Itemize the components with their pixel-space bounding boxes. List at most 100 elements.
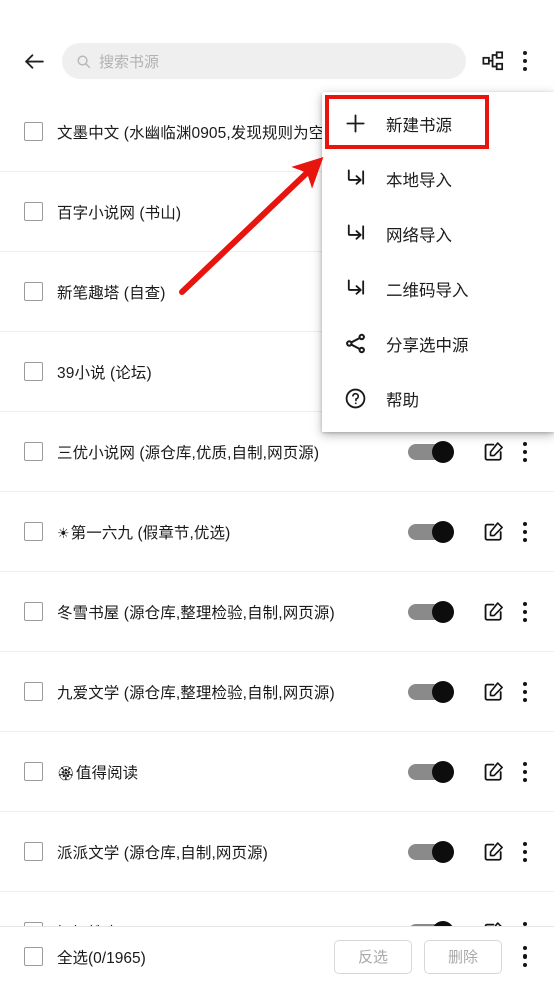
app-bar-overflow-button[interactable] <box>510 41 540 81</box>
import-icon <box>347 279 364 295</box>
menu-item-label: 新建书源 <box>386 116 452 135</box>
list-item[interactable]: ☀第一六九 (假章节,优选) <box>0 492 554 572</box>
row-controls <box>408 432 540 472</box>
enable-toggle[interactable] <box>408 760 454 783</box>
list-item[interactable]: 知知搜索 <box>0 892 554 926</box>
menu-item-label: 网络导入 <box>386 226 452 245</box>
row-checkbox[interactable] <box>24 842 43 861</box>
menu-item-1[interactable]: 本地导入 <box>322 151 554 206</box>
menu-item-2[interactable]: 网络导入 <box>322 206 554 261</box>
toggle-thumb <box>432 600 454 623</box>
edit-button[interactable] <box>476 592 510 632</box>
edit-icon <box>484 522 503 541</box>
menu-item-label: 分享选中源 <box>386 336 469 355</box>
list-item[interactable]: 九爱文学 (源仓库,整理检验,自制,网页源) <box>0 652 554 732</box>
row-overflow-button[interactable] <box>510 432 540 472</box>
screen: 搜索书源 文墨中文 (水幽临渊0905,发现规则为空) 百字小说网 (书山) 新笔趣… <box>0 0 554 986</box>
edit-icon <box>484 602 503 621</box>
hierarchy-icon <box>482 51 504 71</box>
edit-icon <box>484 762 503 781</box>
list-item-label: ☀第一六九 (假章节,优选) <box>57 521 408 543</box>
row-overflow-button[interactable] <box>510 672 540 712</box>
share-icon <box>345 333 365 354</box>
menu-item-icon <box>340 384 370 414</box>
list-item-emoji-icon: 🏵 <box>57 764 75 781</box>
enable-toggle[interactable] <box>408 600 454 623</box>
row-controls <box>408 832 540 872</box>
edit-icon <box>484 842 503 861</box>
row-overflow-button[interactable] <box>510 832 540 872</box>
plus-icon <box>345 114 365 133</box>
app-bar: 搜索书源 <box>0 30 554 92</box>
menu-item-4[interactable]: 分享选中源 <box>322 316 554 371</box>
row-controls <box>408 912 540 927</box>
row-overflow-button[interactable] <box>510 512 540 552</box>
bottom-overflow-button[interactable] <box>508 935 542 979</box>
edit-button[interactable] <box>476 432 510 472</box>
kebab-menu-icon <box>523 761 527 766</box>
list-item[interactable]: 🏵值得阅读 <box>0 732 554 812</box>
row-checkbox[interactable] <box>24 202 43 221</box>
list-item[interactable]: 派派文学 (源仓库,自制,网页源) <box>0 812 554 892</box>
kebab-menu-icon <box>523 601 527 606</box>
edit-button[interactable] <box>476 672 510 712</box>
menu-item-0[interactable]: 新建书源 <box>322 96 554 151</box>
search-input[interactable]: 搜索书源 <box>62 43 466 79</box>
menu-item-label: 帮助 <box>386 391 419 410</box>
enable-toggle[interactable] <box>408 840 454 863</box>
kebab-menu-icon <box>523 521 527 526</box>
arrow-left-icon <box>24 53 44 69</box>
menu-item-icon <box>340 219 370 249</box>
enable-toggle[interactable] <box>408 520 454 543</box>
list-item-emoji-icon: ☀ <box>57 524 70 541</box>
overflow-dropdown-menu[interactable]: 新建书源本地导入网络导入二维码导入分享选中源帮助 <box>322 92 554 432</box>
group-button[interactable] <box>476 41 510 81</box>
row-checkbox[interactable] <box>24 442 43 461</box>
menu-item-icon <box>340 164 370 194</box>
edit-button[interactable] <box>476 752 510 792</box>
row-checkbox[interactable] <box>24 762 43 781</box>
import-icon <box>347 169 364 185</box>
back-button[interactable] <box>14 41 54 81</box>
menu-item-label: 二维码导入 <box>386 281 469 300</box>
row-checkbox[interactable] <box>24 522 43 541</box>
edit-button[interactable] <box>476 912 510 926</box>
select-all-label: 全选(0/1965) <box>57 949 146 967</box>
edit-button[interactable] <box>476 512 510 552</box>
kebab-menu-icon <box>523 841 527 846</box>
search-icon <box>76 54 91 69</box>
enable-toggle[interactable] <box>408 440 454 463</box>
kebab-menu-icon <box>522 945 528 951</box>
row-checkbox[interactable] <box>24 122 43 141</box>
row-checkbox[interactable] <box>24 362 43 381</box>
edit-button[interactable] <box>476 832 510 872</box>
toggle-thumb <box>432 520 454 543</box>
row-overflow-button[interactable] <box>510 592 540 632</box>
menu-item-5[interactable]: 帮助 <box>322 371 554 426</box>
select-all-checkbox[interactable] <box>24 947 43 966</box>
row-overflow-button[interactable] <box>510 912 540 927</box>
status-bar <box>0 0 554 30</box>
row-controls <box>408 592 540 632</box>
menu-item-3[interactable]: 二维码导入 <box>322 261 554 316</box>
edit-icon <box>484 682 503 701</box>
list-item-text: 值得阅读 <box>75 764 139 782</box>
toggle-thumb <box>432 760 454 783</box>
list-item-label: 🏵值得阅读 <box>57 761 408 783</box>
kebab-menu-icon <box>523 921 527 926</box>
menu-item-icon <box>340 109 370 139</box>
toggle-thumb <box>432 440 454 463</box>
list-item[interactable]: 冬雪书屋 (源仓库,整理检验,自制,网页源) <box>0 572 554 652</box>
list-item-label: 派派文学 (源仓库,自制,网页源) <box>57 844 268 862</box>
list-item-label: 九爱文学 (源仓库,整理检验,自制,网页源) <box>57 684 335 702</box>
row-overflow-button[interactable] <box>510 752 540 792</box>
menu-item-label: 本地导入 <box>386 171 452 190</box>
bottom-action-bar: 全选(0/1965) 反选 删除 <box>0 926 554 986</box>
row-checkbox[interactable] <box>24 602 43 621</box>
enable-toggle[interactable] <box>408 680 454 703</box>
row-checkbox[interactable] <box>24 282 43 301</box>
delete-button[interactable]: 删除 <box>424 939 502 974</box>
help-icon <box>345 388 365 409</box>
invert-selection-button[interactable]: 反选 <box>334 939 412 974</box>
row-checkbox[interactable] <box>24 682 43 701</box>
